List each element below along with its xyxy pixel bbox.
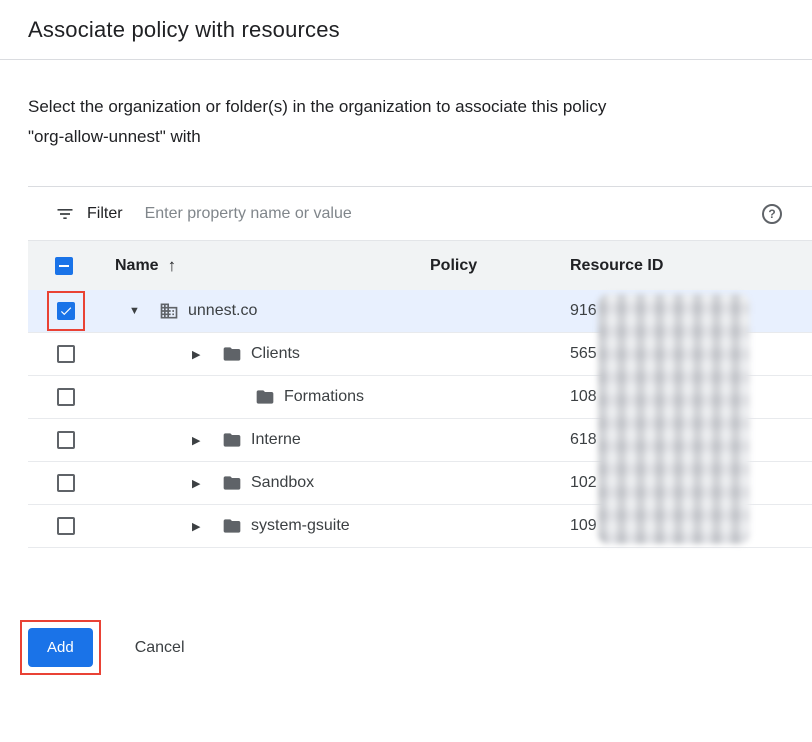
name-cell: ▼ unnest.co [115,290,430,332]
resource-table: Filter ? Name ↑ Policy Resource ID ▼ unn [28,186,812,548]
name-column-label: Name [115,257,159,275]
folder-icon [222,516,242,536]
table-row[interactable]: ▶ system-gsuite 109 [28,505,812,548]
checkbox-cell [28,376,115,418]
table-header: Name ↑ Policy Resource ID [28,240,812,290]
name-cell: ▶ Interne [115,419,430,461]
description-line-1: Select the organization or folder(s) in … [28,97,606,116]
checkbox-cell [28,462,115,504]
cancel-button[interactable]: Cancel [135,639,185,657]
name-cell: ▶ Clients [115,333,430,375]
filter-icon [55,204,75,224]
checkbox-annotation-area [47,377,85,417]
checkbox-cell [28,290,115,332]
folder-icon [255,387,275,407]
dialog-description: Select the organization or folder(s) in … [28,92,784,152]
dialog-actions: Add Cancel [0,620,812,675]
checkbox-cell [28,333,115,375]
expand-arrow-icon[interactable]: ▶ [192,434,222,447]
row-checkbox[interactable] [57,345,75,363]
checkbox-annotation-area [47,291,85,331]
column-header-resource-id[interactable]: Resource ID [570,257,812,275]
resource-id-prefix: 109 [570,517,812,535]
row-checkbox[interactable] [57,431,75,449]
page-title: Associate policy with resources [28,17,340,43]
resource-id-prefix: 565 [570,345,812,363]
select-all-checkbox[interactable] [55,257,73,275]
resource-name: system-gsuite [251,517,350,535]
folder-icon [222,473,242,493]
folder-icon [222,344,242,364]
checkbox-cell [28,419,115,461]
resource-name: unnest.co [188,302,257,320]
checkbox-annotation-area [47,420,85,460]
associate-policy-dialog: Associate policy with resources Select t… [0,0,812,675]
name-cell: ▶ Sandbox [115,462,430,504]
resource-name: Formations [284,388,364,406]
row-checkbox[interactable] [57,517,75,535]
resource-name: Interne [251,431,301,449]
dialog-header: Associate policy with resources [0,0,812,60]
resource-id-prefix: 916 [570,302,812,320]
table-row[interactable]: ▼ unnest.co 916 [28,290,812,333]
table-body: ▼ unnest.co 916 ▶ Clients 565 [28,290,812,548]
table-row[interactable]: ▶ Interne 618 [28,419,812,462]
resource-name: Sandbox [251,474,314,492]
row-checkbox[interactable] [57,388,75,406]
resource-id-prefix: 102 [570,474,812,492]
add-button[interactable]: Add [28,628,93,667]
expand-arrow-icon[interactable]: ▼ [129,305,159,317]
row-checkbox[interactable] [57,474,75,492]
table-row[interactable]: ▶ Sandbox 102 [28,462,812,505]
expand-arrow-icon[interactable]: ▶ [192,348,222,361]
resource-id-prefix: 108 [570,388,812,406]
description-line-2: "org-allow-unnest" with [28,127,201,146]
table-row[interactable]: Formations 108 [28,376,812,419]
filter-input[interactable] [145,205,762,223]
column-header-name[interactable]: Name ↑ [115,256,430,276]
resource-name: Clients [251,345,300,363]
add-button-annotation: Add [20,620,101,675]
resource-id-prefix: 618 [570,431,812,449]
table-row[interactable]: ▶ Clients 565 [28,333,812,376]
select-all-cell [28,241,115,290]
checkbox-annotation-area [47,506,85,546]
checkbox-cell [28,505,115,547]
row-checkbox[interactable] [57,302,75,320]
checkbox-annotation-area [47,463,85,503]
checkbox-annotation-area [47,334,85,374]
filter-bar: Filter ? [28,186,812,240]
name-cell: Formations [115,376,430,418]
filter-label: Filter [87,205,123,223]
expand-arrow-icon[interactable]: ▶ [192,520,222,533]
folder-icon [222,430,242,450]
expand-arrow-icon[interactable]: ▶ [192,477,222,490]
name-cell: ▶ system-gsuite [115,505,430,547]
organization-icon [159,301,179,321]
sort-ascending-icon[interactable]: ↑ [168,256,177,276]
help-icon[interactable]: ? [762,204,782,224]
column-header-policy[interactable]: Policy [430,257,570,275]
